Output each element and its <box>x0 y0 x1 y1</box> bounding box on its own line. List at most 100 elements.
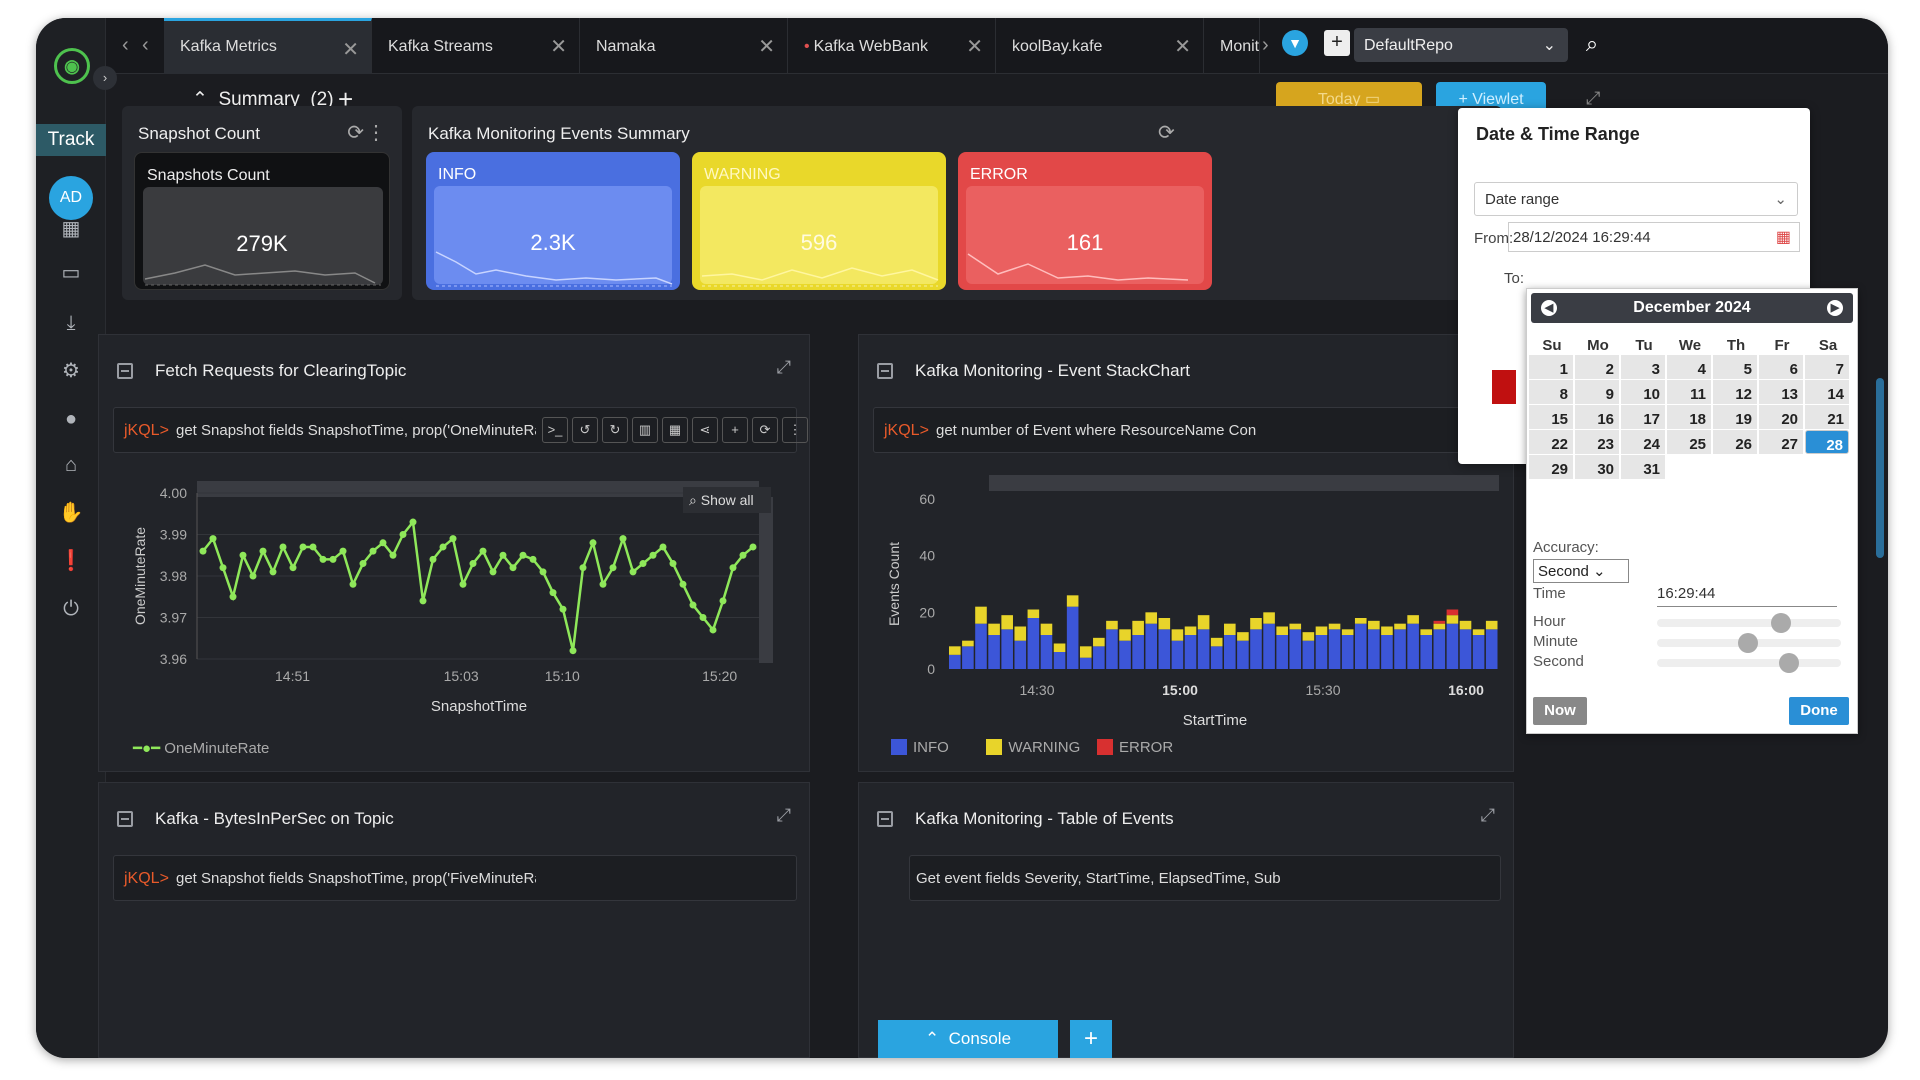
tab-list-dropdown-icon[interactable]: ▼ <box>1282 30 1308 56</box>
query-bar[interactable]: jKQL> get number of Event where Resource… <box>873 407 1503 453</box>
query-text[interactable]: get Snapshot fields SnapshotTime, prop('… <box>176 870 536 887</box>
redo-icon[interactable]: ↻ <box>602 417 628 443</box>
more-icon[interactable]: ⋮ <box>782 417 808 443</box>
power-icon[interactable]: ⏻ <box>56 594 86 624</box>
calendar-day[interactable]: 17 <box>1621 405 1665 429</box>
calendar-day[interactable]: 2 <box>1575 355 1619 379</box>
legend-info[interactable]: INFO <box>891 739 949 756</box>
show-all-button[interactable]: ⌕ Show all <box>683 487 771 513</box>
sidebar-track-label[interactable]: Track <box>36 124 106 156</box>
calendar-day[interactable]: 6 <box>1759 355 1803 379</box>
console-toggle-button[interactable]: ⌃ Console <box>878 1020 1058 1058</box>
query-text[interactable]: get number of Event where ResourceName C… <box>936 422 1256 439</box>
repository-select[interactable]: DefaultRepo ⌄ <box>1354 28 1568 62</box>
next-month-icon[interactable]: ▶ <box>1827 300 1843 316</box>
tab-kafka-streams[interactable]: Kafka Streams ✕ <box>372 18 580 74</box>
tab-koolbay[interactable]: koolBay.kafe ✕ <box>996 18 1204 74</box>
gear-icon[interactable]: ⚙ <box>56 356 86 386</box>
query-text[interactable]: get Snapshot fields SnapshotTime, prop('… <box>176 422 536 439</box>
grid-icon[interactable]: ▦ <box>56 214 86 244</box>
now-button[interactable]: Now <box>1533 697 1587 725</box>
calendar-day[interactable]: 15 <box>1529 405 1573 429</box>
calendar-day[interactable]: 12 <box>1713 380 1757 404</box>
done-button[interactable]: Done <box>1789 697 1849 725</box>
info-tile[interactable]: INFO 2.3K <box>426 152 680 290</box>
expand-icon[interactable]: ⤢ <box>1586 88 1600 109</box>
tab-kafka-webbank[interactable]: • Kafka WebBank ✕ <box>788 18 996 74</box>
calendar-day[interactable]: 21 <box>1805 405 1849 429</box>
close-icon[interactable]: ✕ <box>342 37 359 62</box>
calendar-icon[interactable]: ▦ <box>662 417 688 443</box>
expand-icon[interactable]: ⤢ <box>777 805 791 826</box>
tab-scroll-right-icon[interactable]: › <box>1262 34 1269 57</box>
hour-slider[interactable] <box>1657 613 1841 633</box>
close-icon[interactable]: ✕ <box>1174 34 1191 59</box>
refresh-icon[interactable]: ⟳ <box>347 120 364 145</box>
date-mode-select[interactable]: Date range ⌄ <box>1474 182 1798 216</box>
tab-scroll-left2-icon[interactable]: ‹ <box>142 34 149 57</box>
calendar-day[interactable]: 9 <box>1575 380 1619 404</box>
minute-slider[interactable] <box>1657 633 1841 653</box>
close-icon[interactable]: ✕ <box>758 34 775 59</box>
calendar-day[interactable]: 28 <box>1805 430 1849 454</box>
home-icon[interactable]: ⌂ <box>56 450 86 480</box>
tab-scroll-left-icon[interactable]: ‹ <box>122 34 129 57</box>
calendar-day[interactable]: 31 <box>1621 455 1665 479</box>
calendar-day[interactable]: 26 <box>1713 430 1757 454</box>
add-icon[interactable]: + <box>722 417 748 443</box>
calendar-day[interactable]: 24 <box>1621 430 1665 454</box>
calendar-day[interactable]: 23 <box>1575 430 1619 454</box>
undo-icon[interactable]: ↺ <box>572 417 598 443</box>
calendar-day[interactable]: 13 <box>1759 380 1803 404</box>
sidebar-toggle-icon[interactable]: › <box>93 66 117 90</box>
calendar-day[interactable]: 10 <box>1621 380 1665 404</box>
tab-namaka[interactable]: Namaka ✕ <box>580 18 788 74</box>
collapse-icon[interactable] <box>877 363 893 379</box>
warning-tile[interactable]: WARNING 596 <box>692 152 946 290</box>
second-slider[interactable] <box>1657 653 1841 673</box>
calendar-day[interactable]: 25 <box>1667 430 1711 454</box>
collapse-icon[interactable] <box>117 363 133 379</box>
calendar-day[interactable]: 7 <box>1805 355 1849 379</box>
close-icon[interactable]: ✕ <box>550 34 567 59</box>
tab-kafka-metrics[interactable]: Kafka Metrics ✕ <box>164 18 372 74</box>
accuracy-select[interactable]: Second ⌄ <box>1533 559 1629 583</box>
calendar-day[interactable]: 5 <box>1713 355 1757 379</box>
calendar-day[interactable]: 14 <box>1805 380 1849 404</box>
refresh-icon[interactable]: ⟳ <box>752 417 778 443</box>
query-text[interactable]: Get event fields Severity, StartTime, El… <box>916 870 1296 887</box>
calendar-day[interactable]: 16 <box>1575 405 1619 429</box>
run-icon[interactable]: >_ <box>542 417 568 443</box>
calendar-day[interactable]: 18 <box>1667 405 1711 429</box>
thumbs-up-icon[interactable]: ✋ <box>56 498 86 528</box>
refresh-icon[interactable]: ⟳ <box>1158 120 1175 145</box>
calendar-day[interactable]: 3 <box>1621 355 1665 379</box>
calendar-day[interactable]: 20 <box>1759 405 1803 429</box>
minute-slider-knob[interactable] <box>1737 633 1758 653</box>
query-bar[interactable]: jKQL> get Snapshot fields SnapshotTime, … <box>113 407 808 453</box>
calendar-day[interactable]: 1 <box>1529 355 1573 379</box>
tab-monit[interactable]: Monit <box>1204 18 1260 74</box>
expand-icon[interactable]: ⤢ <box>777 357 791 378</box>
add-console-button[interactable]: + <box>1070 1020 1112 1058</box>
hour-slider-knob[interactable] <box>1771 613 1792 633</box>
add-tab-icon[interactable]: + <box>1324 30 1350 56</box>
expand-icon[interactable]: ⤢ <box>1481 805 1495 826</box>
download-icon[interactable]: ⤓ <box>56 308 86 338</box>
from-date-input[interactable]: 28/12/2024 16:29:44 ▦ <box>1508 222 1800 252</box>
collapse-icon[interactable] <box>877 811 893 827</box>
collapse-icon[interactable] <box>117 811 133 827</box>
query-bar[interactable]: jKQL> get Snapshot fields SnapshotTime, … <box>113 855 797 901</box>
calendar-day[interactable]: 30 <box>1575 455 1619 479</box>
calendar-day[interactable]: 4 <box>1667 355 1711 379</box>
second-slider-knob[interactable] <box>1779 653 1800 673</box>
calendar-day[interactable]: 8 <box>1529 380 1573 404</box>
monitor-icon[interactable]: ▭ <box>56 258 86 288</box>
prev-month-icon[interactable]: ◀ <box>1541 300 1557 316</box>
legend-warning[interactable]: WARNING <box>986 739 1080 756</box>
user-icon[interactable]: ● <box>56 404 86 434</box>
legend-error[interactable]: ERROR <box>1096 739 1173 756</box>
error-tile[interactable]: ERROR 161 <box>958 152 1212 290</box>
calendar-day[interactable]: 19 <box>1713 405 1757 429</box>
chart-icon[interactable]: ▥ <box>632 417 658 443</box>
